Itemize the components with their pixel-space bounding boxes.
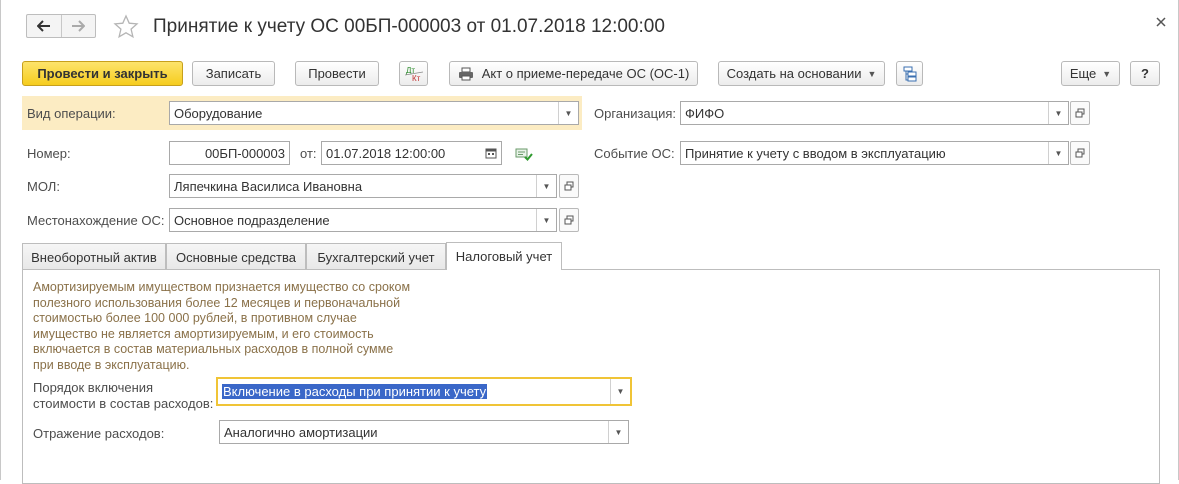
open-window-icon [1075, 108, 1085, 118]
dt-kt-icon: Дт Кт [404, 66, 423, 83]
location-select[interactable]: Основное подразделение ▼ [169, 208, 557, 232]
date-label: от: [300, 146, 317, 161]
document-window: Принятие к учету ОС 00БП-000003 от 01.07… [0, 0, 1179, 484]
inclusion-order-select[interactable]: Включение в расходы при принятии к учету… [216, 377, 632, 406]
number-input[interactable]: 00БП-000003 [169, 141, 290, 165]
operation-type-select[interactable]: Оборудование ▼ [169, 101, 579, 125]
post-button[interactable]: Провести [295, 61, 379, 86]
tab-fixed-assets[interactable]: Основные средства [166, 243, 306, 270]
page-title: Принятие к учету ОС 00БП-000003 от 01.07… [153, 16, 665, 37]
print-act-button[interactable]: Акт о приеме-передаче ОС (ОС-1) [449, 61, 698, 86]
print-act-label: Акт о приеме-передаче ОС (ОС-1) [481, 66, 690, 81]
expense-reflection-label: Отражение расходов: [33, 426, 165, 441]
caret-down-icon: ▼ [1102, 68, 1112, 79]
location-value: Основное подразделение [174, 212, 330, 228]
help-button[interactable]: ? [1130, 61, 1160, 86]
info-line: стоимостью более 100 000 рублей, в проти… [33, 311, 357, 326]
navigation-buttons [26, 14, 96, 38]
mol-select[interactable]: Ляпечкина Василиса Ивановна ▼ [169, 174, 557, 198]
tab-tax-accounting[interactable]: Налоговый учет [446, 242, 562, 270]
inclusion-order-value: Включение в расходы при принятии к учету [222, 384, 488, 399]
mol-value: Ляпечкина Василиса Ивановна [174, 178, 363, 194]
event-open-button[interactable] [1070, 141, 1090, 165]
arrow-left-icon [36, 20, 50, 32]
svg-text:Кт: Кт [412, 74, 421, 83]
organization-value: ФИФО [685, 105, 725, 121]
structure-button[interactable] [896, 61, 923, 86]
create-based-on-label: Создать на основании [726, 66, 862, 81]
mol-open-button[interactable] [559, 174, 579, 198]
save-button[interactable]: Записать [192, 61, 275, 86]
expense-reflection-select[interactable]: Аналогично амортизации ▼ [219, 420, 629, 444]
dt-kt-button[interactable]: Дт Кт [399, 61, 428, 86]
organization-open-button[interactable] [1070, 101, 1090, 125]
info-line: при вводе в эксплуатацию. [33, 357, 190, 372]
number-value: 00БП-000003 [204, 145, 285, 161]
expense-reflection-value: Аналогично амортизации [224, 424, 378, 440]
arrow-right-icon [72, 20, 86, 32]
calendar-icon[interactable] [485, 147, 497, 159]
close-icon[interactable] [1154, 15, 1168, 29]
dropdown-icon[interactable]: ▼ [536, 209, 556, 231]
mol-label: МОЛ: [27, 179, 60, 194]
event-select[interactable]: Принятие к учету с вводом в эксплуатацию… [680, 141, 1069, 165]
caret-down-icon: ▼ [867, 68, 877, 79]
dropdown-icon[interactable]: ▼ [608, 421, 628, 443]
more-label: Еще [1069, 66, 1097, 81]
organization-select[interactable]: ФИФО ▼ [680, 101, 1069, 125]
printer-icon [458, 67, 473, 80]
tab-accounting[interactable]: Бухгалтерский учет [306, 243, 446, 270]
date-input[interactable]: 01.07.2018 12:00:00 [321, 141, 502, 165]
inclusion-order-label-line1: Порядок включения [33, 380, 154, 395]
info-line: полезного использования более 12 месяцев… [33, 295, 401, 310]
event-label: Событие ОС: [594, 146, 675, 161]
open-window-icon [564, 215, 574, 225]
tax-info-text: Амортизируемым имуществом признается иму… [33, 280, 433, 374]
organization-label: Организация: [594, 106, 677, 121]
info-line: включается в состав материальных расходо… [33, 342, 394, 357]
dropdown-icon[interactable]: ▼ [558, 102, 578, 124]
dropdown-icon[interactable]: ▼ [536, 175, 556, 197]
open-window-icon [1075, 148, 1085, 158]
date-value: 01.07.2018 12:00:00 [326, 145, 446, 161]
inclusion-order-label-line2: стоимости в состав расходов: [33, 395, 214, 411]
number-label: Номер: [27, 146, 71, 161]
operation-type-label: Вид операции: [27, 106, 116, 121]
info-line: Амортизируемым имуществом признается иму… [33, 280, 411, 294]
info-line: имущество не является амортизируемым, и … [33, 326, 374, 341]
dropdown-icon[interactable]: ▼ [1048, 102, 1068, 124]
inclusion-order-label: Порядок включения стоимости в состав рас… [33, 380, 213, 411]
location-label: Местонахождение ОС: [27, 213, 165, 228]
more-button[interactable]: Еще ▼ [1061, 61, 1120, 86]
back-button[interactable] [27, 15, 61, 37]
location-open-button[interactable] [559, 208, 579, 232]
check-document-icon[interactable] [515, 146, 533, 162]
open-window-icon [564, 181, 574, 191]
post-and-close-button[interactable]: Провести и закрыть [22, 61, 183, 86]
event-value: Принятие к учету с вводом в эксплуатацию [685, 145, 946, 161]
forward-button[interactable] [60, 15, 96, 37]
create-based-on-button[interactable]: Создать на основании ▼ [718, 61, 885, 86]
hierarchy-icon [903, 66, 916, 81]
tab-noncurrent-asset[interactable]: Внеоборотный актив [22, 243, 166, 270]
operation-type-value: Оборудование [174, 105, 263, 121]
favorite-star-icon[interactable] [113, 14, 139, 40]
dropdown-icon[interactable]: ▼ [1048, 142, 1068, 164]
dropdown-icon[interactable]: ▼ [610, 379, 630, 404]
